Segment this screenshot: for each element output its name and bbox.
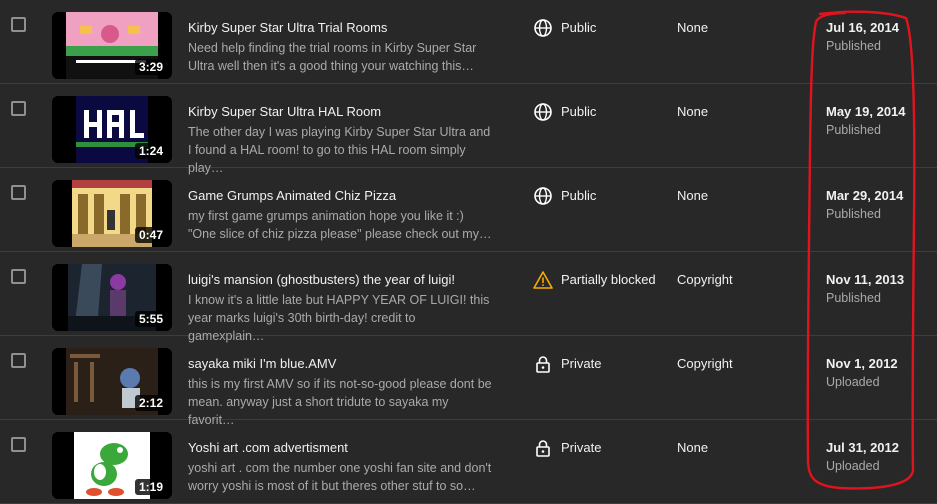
video-description: my first game grumps animation hope you …	[188, 209, 492, 241]
video-row[interactable]: 0:47 Game Grumps Animated Chiz Pizza my …	[0, 168, 937, 252]
video-status: Published	[826, 39, 881, 53]
video-thumbnail[interactable]: 1:24	[52, 96, 172, 163]
select-checkbox[interactable]	[11, 101, 26, 116]
video-date: Nov 1, 2012	[826, 356, 898, 371]
video-thumbnail[interactable]: 5:55	[52, 264, 172, 331]
visibility-label[interactable]: Private	[561, 356, 601, 371]
video-date: Jul 31, 2012	[826, 440, 899, 455]
video-date: May 19, 2014	[826, 104, 906, 119]
globe-icon	[534, 103, 552, 121]
video-title[interactable]: Yoshi art .com advertisment	[188, 440, 508, 455]
video-thumbnail[interactable]: 1:19	[52, 432, 172, 499]
video-thumbnail[interactable]: 3:29	[52, 12, 172, 79]
video-duration: 5:55	[134, 311, 167, 327]
video-duration: 3:29	[134, 59, 167, 75]
select-checkbox[interactable]	[11, 437, 26, 452]
video-description: yoshi art . com the number one yoshi fan…	[188, 461, 492, 493]
visibility-label[interactable]: Public	[561, 188, 596, 203]
restrictions-label: None	[677, 20, 709, 35]
video-duration: 2:12	[134, 395, 167, 411]
video-thumbnail[interactable]: 2:12	[52, 348, 172, 415]
restrictions-label[interactable]: Copyright	[677, 272, 733, 287]
video-title[interactable]: sayaka miki I'm blue.AMV	[188, 356, 508, 371]
video-duration: 0:47	[134, 227, 167, 243]
restrictions-label: None	[677, 440, 709, 455]
video-date: Mar 29, 2014	[826, 188, 904, 203]
video-status: Published	[826, 123, 881, 137]
video-title[interactable]: Kirby Super Star Ultra HAL Room	[188, 104, 508, 119]
video-title[interactable]: luigi's mansion (ghostbusters) the year …	[188, 272, 508, 287]
video-status: Published	[826, 207, 881, 221]
visibility-label[interactable]: Public	[561, 104, 596, 119]
restrictions-label[interactable]: Copyright	[677, 356, 733, 371]
video-row[interactable]: 1:19 Yoshi art .com advertisment yoshi a…	[0, 420, 937, 504]
video-row[interactable]: 3:29 Kirby Super Star Ultra Trial Rooms …	[0, 0, 937, 84]
video-row[interactable]: 5:55 luigi's mansion (ghostbusters) the …	[0, 252, 937, 343]
restrictions-label: None	[677, 104, 709, 119]
video-duration: 1:19	[134, 479, 167, 495]
select-checkbox[interactable]	[11, 17, 26, 32]
video-description: Need help finding the trial rooms in Kir…	[188, 41, 477, 73]
video-date: Jul 16, 2014	[826, 20, 899, 35]
select-checkbox[interactable]	[11, 269, 26, 284]
video-status: Uploaded	[826, 459, 880, 473]
visibility-label[interactable]: Partially blocked	[561, 272, 656, 287]
video-title[interactable]: Kirby Super Star Ultra Trial Rooms	[188, 20, 508, 35]
visibility-label[interactable]: Public	[561, 20, 596, 35]
video-row[interactable]: 2:12 sayaka miki I'm blue.AMV this is my…	[0, 336, 937, 427]
video-status: Published	[826, 291, 881, 305]
select-checkbox[interactable]	[11, 185, 26, 200]
video-duration: 1:24	[134, 143, 167, 159]
lock-icon	[536, 440, 550, 457]
warning-icon	[533, 271, 553, 289]
globe-icon	[534, 19, 552, 37]
lock-icon	[536, 356, 550, 373]
restrictions-label: None	[677, 188, 709, 203]
video-list: 3:29 Kirby Super Star Ultra Trial Rooms …	[0, 0, 937, 504]
video-thumbnail[interactable]: 0:47	[52, 180, 172, 247]
video-date: Nov 11, 2013	[826, 272, 905, 287]
video-row[interactable]: 1:24 Kirby Super Star Ultra HAL Room The…	[0, 84, 937, 175]
select-checkbox[interactable]	[11, 353, 26, 368]
globe-icon	[534, 187, 552, 205]
video-status: Uploaded	[826, 375, 880, 389]
video-title[interactable]: Game Grumps Animated Chiz Pizza	[188, 188, 508, 203]
visibility-label[interactable]: Private	[561, 440, 601, 455]
